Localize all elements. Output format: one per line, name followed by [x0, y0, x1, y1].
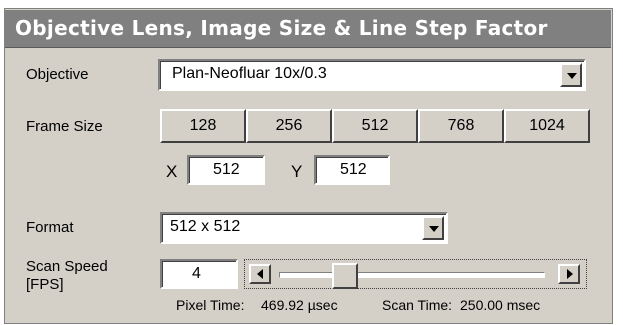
objective-dropdown[interactable]: Plan-Neofluar 10x/0.3 [158, 59, 586, 91]
x-label: X [166, 162, 178, 181]
scan-speed-slider[interactable] [244, 259, 587, 289]
format-dropdown[interactable]: 512 x 512 [160, 212, 448, 244]
y-size-input[interactable]: 512 [314, 155, 390, 185]
frame-size-1024-button[interactable]: 1024 [504, 109, 590, 143]
slider-track[interactable] [279, 272, 545, 278]
pixel-time-label: Pixel Time: [176, 297, 245, 313]
format-value: 512 x 512 [170, 218, 241, 235]
y-size-value: 512 [340, 161, 367, 178]
frame-size-256-button[interactable]: 256 [246, 109, 332, 143]
scan-speed-unit-label: [FPS] [26, 276, 64, 293]
chevron-down-icon [429, 226, 439, 232]
objective-value: Plan-Neofluar 10x/0.3 [172, 65, 327, 82]
objective-dropdown-button[interactable] [560, 63, 582, 87]
slider-left-button[interactable] [249, 264, 271, 284]
scan-speed-input[interactable]: 4 [160, 259, 238, 289]
y-label: Y [291, 162, 303, 181]
frame-size-768-button[interactable]: 768 [418, 109, 504, 143]
pixel-time-value: 469.92 µsec [261, 297, 338, 313]
scan-time-value: 250.00 msec [460, 297, 541, 313]
x-size-value: 512 [213, 161, 240, 178]
slider-thumb[interactable] [332, 263, 358, 289]
scan-speed-value: 4 [192, 265, 201, 282]
arrow-right-icon [567, 269, 573, 279]
format-label: Format [26, 219, 74, 236]
arrow-left-icon [257, 269, 263, 279]
panel-title-bar: Objective Lens, Image Size & Line Step F… [5, 10, 611, 48]
scan-time-label: Scan Time: [382, 297, 453, 313]
format-dropdown-button[interactable] [422, 216, 444, 240]
chevron-down-icon [567, 73, 577, 79]
scan-speed-label: Scan Speed [26, 258, 108, 275]
frame-size-512-button[interactable]: 512 [332, 109, 418, 143]
frame-size-128-button[interactable]: 128 [160, 109, 246, 143]
slider-right-button[interactable] [558, 264, 580, 284]
panel-title: Objective Lens, Image Size & Line Step F… [15, 16, 548, 40]
objective-label: Objective [26, 66, 89, 83]
frame-size-label: Frame Size [26, 118, 103, 135]
x-size-input[interactable]: 512 [187, 155, 265, 185]
